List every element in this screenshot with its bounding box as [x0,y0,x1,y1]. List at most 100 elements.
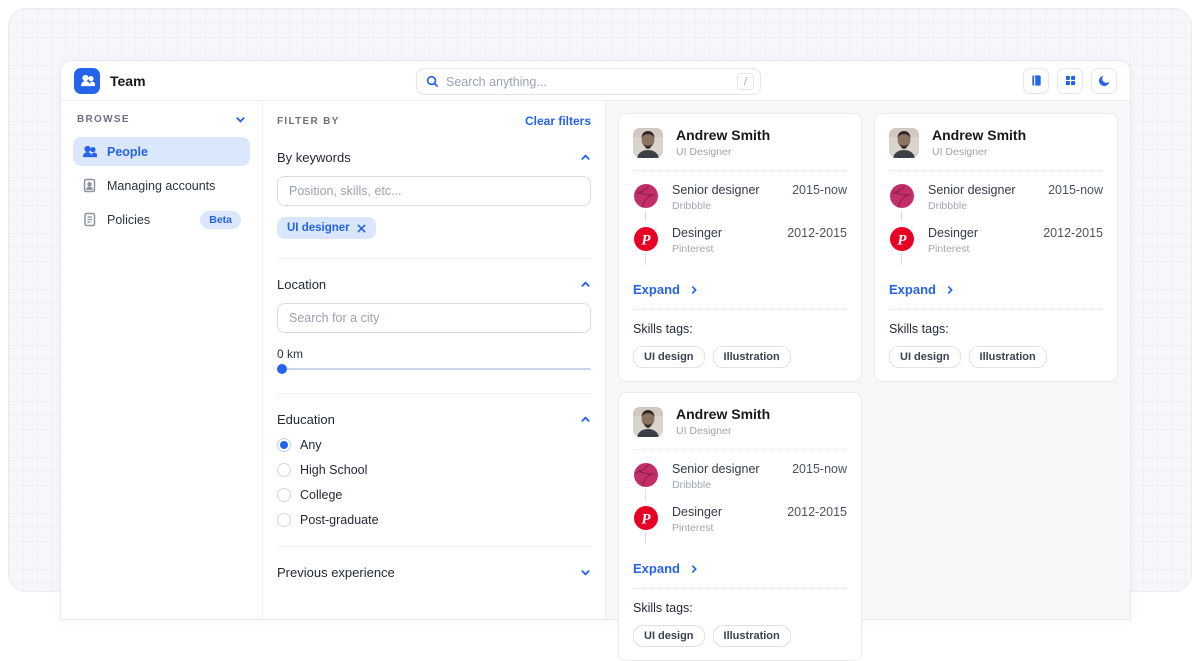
experience-role: Senior designer [672,183,760,197]
app-logo [74,68,100,94]
skill-tag[interactable]: UI design [633,625,705,647]
skill-tag[interactable]: Illustration [713,346,791,368]
chevron-down-icon [580,567,591,578]
skill-tag[interactable]: Illustration [969,346,1047,368]
expand-button[interactable]: Expand [889,282,1103,297]
chevron-down-icon [235,114,246,125]
book-icon [1030,74,1043,87]
location-section-header[interactable]: Location [277,277,591,292]
keywords-label: By keywords [277,150,351,165]
education-option-high-school[interactable]: High School [277,463,591,477]
experience-period: 2012-2015 [787,226,847,255]
education-option-college[interactable]: College [277,488,591,502]
dark-mode-toggle[interactable] [1091,68,1117,94]
experience-role: Desinger [672,226,722,240]
sidebar: BROWSE People Managing accounts [61,101,263,619]
slider-track[interactable] [277,368,591,370]
distance-value: 0 km [277,347,591,361]
radio-button[interactable] [277,488,291,502]
avatar [633,128,663,158]
experience-role: Senior designer [928,183,1016,197]
journal-icon [82,212,97,227]
keywords-input[interactable] [277,176,591,206]
docs-button[interactable] [1023,68,1049,94]
person-name: Andrew Smith [676,127,770,143]
dribbble-icon [633,462,659,488]
avatar [633,407,663,437]
sidebar-item-people[interactable]: People [73,137,250,166]
expand-label: Expand [633,282,680,297]
experience-company: Pinterest [928,243,978,255]
search-shortcut-key: / [737,73,754,90]
profile-card[interactable]: Andrew Smith UI Designer [874,113,1118,382]
radio-label: Any [300,438,322,452]
radio-label: Post-graduate [300,513,379,527]
slider-thumb[interactable] [277,364,287,374]
pinterest-icon: P [633,226,659,252]
skills-tags-label: Skills tags: [889,322,1103,336]
experience-row: P Desinger Pinterest 2012-2015 [633,505,847,548]
experience-row: P Desinger Pinterest 2012-2015 [889,226,1103,269]
keywords-section-header[interactable]: By keywords [277,150,591,165]
search-icon [426,75,439,88]
experience-role: Senior designer [672,462,760,476]
city-search-input[interactable] [277,303,591,333]
search-box[interactable]: / [416,68,761,95]
experience-period: 2015-now [792,183,847,212]
browse-section-header[interactable]: BROWSE [73,114,250,125]
radio-button[interactable] [277,438,291,452]
app-window: Team / [60,60,1131,620]
apps-button[interactable] [1057,68,1083,94]
sidebar-item-policies[interactable]: Policies Beta [73,205,250,234]
skill-tag[interactable]: UI design [889,346,961,368]
keyword-tag-label: UI designer [287,222,350,234]
keyword-tag[interactable]: UI designer [277,217,376,239]
filter-divider [277,258,591,259]
distance-slider[interactable] [277,364,591,374]
skill-tag[interactable]: UI design [633,346,705,368]
experience-period: 2012-2015 [787,505,847,534]
card-divider [633,170,847,171]
svg-text:P: P [641,233,651,249]
avatar [889,128,919,158]
chevron-right-icon [945,285,955,295]
filter-panel: FILTER BY Clear filters By keywords UI d… [263,101,606,619]
chevron-right-icon [689,564,699,574]
close-icon[interactable] [357,224,366,233]
experience-row: Senior designer Dribbble 2015-now [889,183,1103,226]
sidebar-item-label: Managing accounts [107,179,215,193]
profile-card[interactable]: Andrew Smith UI Designer [618,392,862,661]
sidebar-item-label: People [107,145,148,159]
pinterest-icon: P [633,505,659,531]
card-divider [633,309,847,310]
education-option-any[interactable]: Any [277,438,591,452]
profile-card[interactable]: Andrew Smith UI Designer [618,113,862,382]
education-option-post-graduate[interactable]: Post-graduate [277,513,591,527]
id-badge-icon [82,178,97,193]
skill-tag[interactable]: Illustration [713,625,791,647]
svg-text:P: P [641,512,651,528]
header-actions [1023,68,1117,94]
filter-divider [277,546,591,547]
sidebar-item-label: Policies [107,213,150,227]
person-name: Andrew Smith [676,406,770,422]
search-input[interactable] [446,75,737,89]
browse-label: BROWSE [77,114,130,125]
experience-row: Senior designer Dribbble 2015-now [633,183,847,226]
dribbble-icon [633,183,659,209]
radio-button[interactable] [277,513,291,527]
education-section-header[interactable]: Education [277,412,591,427]
moon-icon [1098,74,1111,87]
radio-button[interactable] [277,463,291,477]
experience-company: Dribbble [928,200,1016,212]
experience-period: 2015-now [792,462,847,491]
sidebar-item-managing-accounts[interactable]: Managing accounts [73,171,250,200]
card-divider [633,588,847,589]
clear-filters-link[interactable]: Clear filters [525,114,591,128]
expand-button[interactable]: Expand [633,561,847,576]
expand-button[interactable]: Expand [633,282,847,297]
experience-company: Dribbble [672,479,760,491]
person-title: UI Designer [676,425,770,437]
previous-experience-section-header[interactable]: Previous experience [277,565,591,580]
team-people-icon [80,73,95,88]
